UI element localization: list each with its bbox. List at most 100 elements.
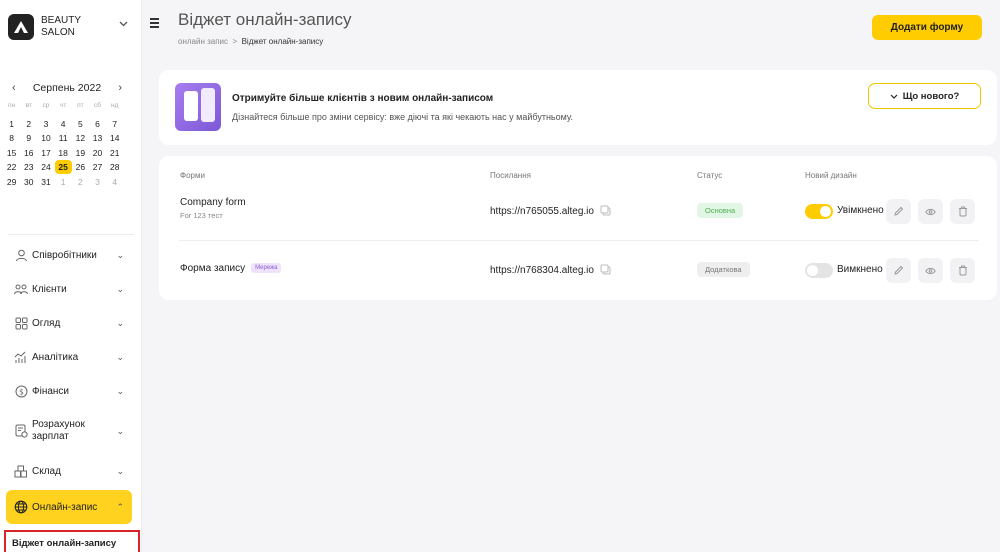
calendar-day[interactable]: 19 (72, 148, 89, 158)
form-link[interactable]: https://n768304.alteg.io (490, 264, 612, 276)
globe-icon (14, 500, 28, 514)
news-banner: Отримуйте більше клієнтів з новим онлайн… (159, 70, 997, 145)
calendar-day[interactable]: 12 (72, 133, 89, 143)
weekday-label: вт (25, 101, 32, 109)
table-row: Company form For 123 тест https://n76505… (159, 186, 997, 246)
user-icon (14, 248, 28, 262)
whats-new-label: Що нового? (902, 90, 960, 102)
sidebar-item-label: Клієнти (32, 283, 67, 295)
new-design-toggle[interactable] (805, 263, 833, 278)
calendar-day[interactable]: 27 (89, 162, 106, 172)
menu-toggle-icon[interactable] (150, 18, 160, 30)
calendar-day[interactable]: 16 (20, 148, 37, 158)
calendar-day-today[interactable]: 25 (54, 160, 72, 175)
calendar-day[interactable]: 29 (3, 177, 20, 187)
calendar-day[interactable]: 17 (37, 148, 54, 158)
copy-icon[interactable] (600, 264, 612, 276)
sidebar-item-analytics[interactable]: Аналітика ⌄ (6, 340, 132, 374)
analytics-icon (14, 350, 28, 364)
preview-button[interactable] (918, 258, 943, 283)
add-form-button[interactable]: Додати форму (872, 15, 982, 40)
delete-button[interactable] (950, 199, 975, 224)
form-name-text: Форма запису (180, 263, 246, 274)
sidebar-item-payroll[interactable]: Розрахунок зарплат ⌄ (6, 408, 132, 454)
banner-subtitle: Дізнайтеся більше про зміни сервісу: вже… (232, 112, 573, 122)
sidebar-nav: Співробітники ⌄ Клієнти ⌄ Огляд ⌄ Аналіт… (4, 238, 140, 552)
chevron-down-icon: ⌄ (116, 317, 124, 328)
chevron-down-icon[interactable] (119, 19, 128, 30)
sidebar-subitem-booking-widget[interactable]: Віджет онлайн-запису (4, 530, 140, 552)
brand-switcher[interactable]: BEAUTY SALON (8, 10, 134, 44)
calendar-day[interactable]: 28 (106, 162, 123, 172)
calendar-day[interactable]: 10 (37, 133, 54, 143)
status-badge: Основна (697, 203, 744, 218)
sidebar-item-warehouse[interactable]: Склад ⌄ (6, 454, 132, 488)
calendar-day[interactable]: 14 (106, 133, 123, 143)
column-header-link: Посилання (490, 171, 531, 180)
table-row: Форма запису Мережа https://n768304.alteg… (179, 240, 979, 300)
breadcrumb-separator: > (232, 37, 238, 46)
brand-logo (8, 14, 34, 40)
preview-button[interactable] (918, 199, 943, 224)
form-name[interactable]: Company form (180, 197, 246, 208)
calendar-day[interactable]: 7 (106, 119, 123, 129)
trash-icon (958, 206, 968, 217)
calendar-day[interactable]: 2 (20, 119, 37, 129)
calendar-day[interactable]: 5 (72, 119, 89, 129)
calendar-day[interactable]: 3 (89, 177, 106, 187)
prev-month-icon[interactable]: ‹ (12, 82, 16, 94)
delete-button[interactable] (950, 258, 975, 283)
sidebar-item-clients[interactable]: Клієнти ⌄ (6, 272, 132, 306)
calendar-day[interactable]: 4 (106, 177, 123, 187)
sidebar-item-online-booking[interactable]: Онлайн-запис ⌃ (6, 490, 132, 524)
next-month-icon[interactable]: › (118, 82, 122, 94)
weekday-label: ср (42, 101, 50, 109)
sidebar-divider (8, 234, 134, 235)
calendar-day[interactable]: 13 (89, 133, 106, 143)
payroll-icon (14, 424, 28, 438)
calendar-day[interactable]: 30 (20, 177, 37, 187)
whats-new-button[interactable]: Що нового? (868, 83, 981, 109)
column-header-status: Статус (697, 171, 723, 180)
calendar-day[interactable]: 3 (37, 119, 54, 129)
sidebar-item-label: Огляд (32, 317, 61, 329)
calendar-day[interactable]: 4 (55, 119, 72, 129)
page-title: Віджет онлайн-запису (178, 10, 352, 29)
edit-button[interactable] (886, 258, 911, 283)
chevron-down-icon (890, 94, 898, 99)
calendar-day[interactable]: 26 (72, 162, 89, 172)
calendar-day[interactable]: 22 (3, 162, 20, 172)
calendar-day[interactable]: 24 (37, 162, 54, 172)
chevron-down-icon: ⌄ (116, 351, 124, 362)
calendar-day[interactable]: 6 (89, 119, 106, 129)
banner-illustration (175, 83, 221, 131)
calendar-day[interactable]: 20 (89, 148, 106, 158)
calendar-day[interactable]: 15 (3, 148, 20, 158)
calendar-day[interactable]: 31 (37, 177, 54, 187)
grid-icon (14, 316, 28, 330)
calendar-day[interactable]: 18 (55, 148, 72, 158)
calendar-day[interactable]: 1 (55, 177, 72, 187)
sidebar-item-overview[interactable]: Огляд ⌄ (6, 306, 132, 340)
calendar-day[interactable]: 21 (106, 148, 123, 158)
sidebar-item-finance[interactable]: $ Фінанси ⌄ (6, 374, 132, 408)
sidebar-item-staff[interactable]: Співробітники ⌄ (6, 238, 132, 272)
calendar-day[interactable]: 8 (3, 133, 20, 143)
calendar-day[interactable]: 2 (72, 177, 89, 187)
new-design-toggle[interactable] (805, 204, 833, 219)
edit-button[interactable] (886, 199, 911, 224)
calendar-day[interactable]: 23 (20, 162, 37, 172)
calendar-day[interactable]: 11 (55, 133, 72, 143)
copy-icon[interactable] (600, 205, 612, 217)
calendar-day[interactable]: 9 (20, 133, 37, 143)
form-name[interactable]: Форма запису Мережа (180, 263, 282, 274)
breadcrumb: онлайн запис > Віджет онлайн-запису (178, 37, 323, 46)
breadcrumb-link[interactable]: онлайн запис (178, 37, 228, 46)
form-link[interactable]: https://n765055.alteg.io (490, 205, 612, 217)
warehouse-icon (14, 464, 28, 478)
calendar-day[interactable]: 1 (3, 119, 20, 129)
brand-name: BEAUTY SALON (41, 15, 81, 38)
toggle-label: Вимкнено (837, 264, 883, 275)
eye-icon (925, 267, 936, 275)
column-header-forms: Форми (180, 171, 205, 180)
